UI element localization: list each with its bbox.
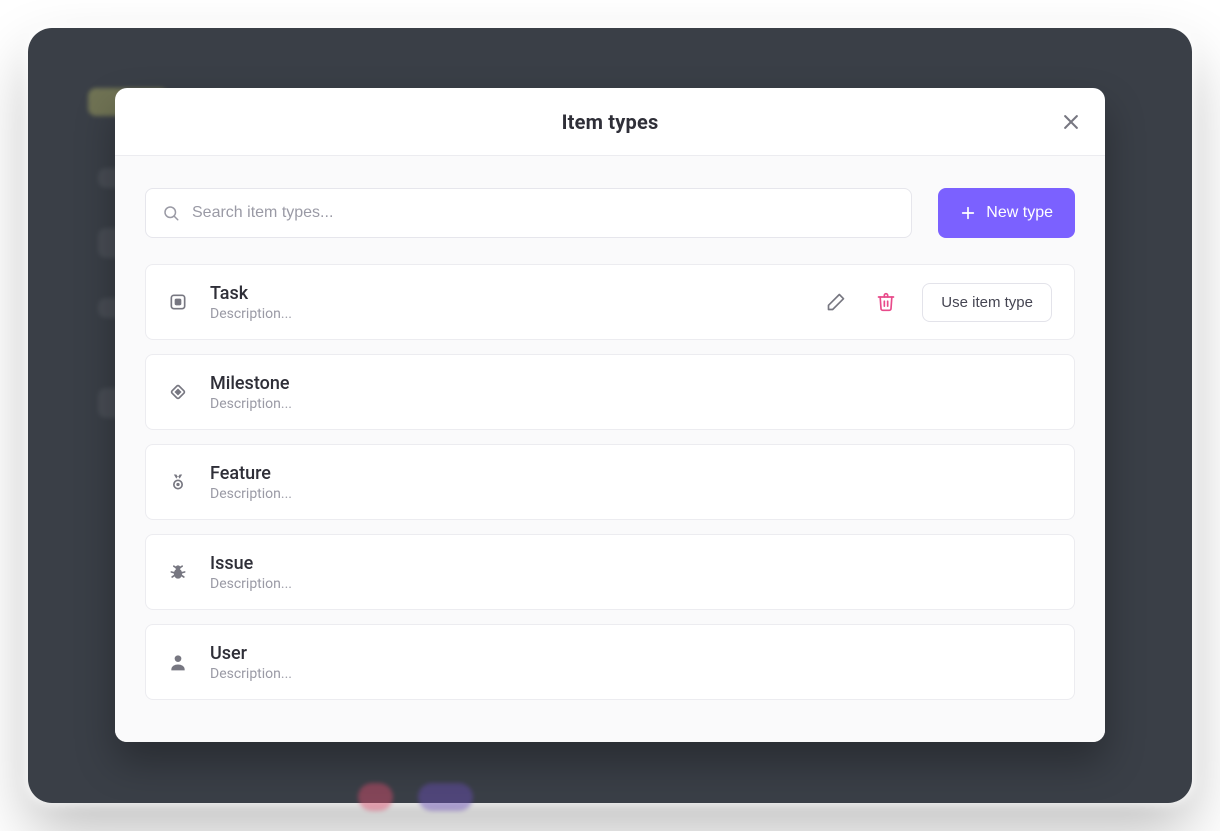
item-type-name: Issue	[210, 553, 1052, 574]
item-type-row[interactable]: Issue Description...	[145, 534, 1075, 610]
item-type-description: Description...	[210, 306, 800, 322]
item-types-modal: Item types New type	[115, 88, 1105, 742]
close-icon	[1061, 112, 1081, 132]
bug-icon	[168, 562, 188, 582]
pencil-icon	[826, 292, 846, 312]
modal-body: New type Task Description... Use item typ…	[115, 156, 1105, 742]
item-type-name: Task	[210, 283, 800, 304]
toolbar: New type	[145, 188, 1075, 238]
square-icon	[168, 292, 188, 312]
diamond-icon	[168, 382, 188, 402]
item-type-text: Task Description...	[210, 283, 800, 322]
search-icon	[162, 204, 180, 222]
item-type-description: Description...	[210, 666, 1052, 682]
trash-icon	[876, 292, 896, 312]
modal-header: Item types	[115, 88, 1105, 156]
item-type-row[interactable]: Milestone Description...	[145, 354, 1075, 430]
new-type-button[interactable]: New type	[938, 188, 1075, 238]
new-type-label: New type	[986, 204, 1053, 222]
item-type-text: Milestone Description...	[210, 373, 1052, 412]
medal-icon	[168, 472, 188, 492]
item-type-name: User	[210, 643, 1052, 664]
user-icon	[168, 652, 188, 672]
item-type-name: Milestone	[210, 373, 1052, 394]
search-input[interactable]	[192, 204, 895, 222]
modal-title: Item types	[562, 110, 659, 134]
item-type-description: Description...	[210, 396, 1052, 412]
item-type-row[interactable]: User Description...	[145, 624, 1075, 700]
item-type-text: Issue Description...	[210, 553, 1052, 592]
item-type-text: User Description...	[210, 643, 1052, 682]
item-type-name: Feature	[210, 463, 1052, 484]
edit-button[interactable]	[822, 288, 850, 316]
item-type-row[interactable]: Task Description... Use item type	[145, 264, 1075, 340]
plus-icon	[960, 205, 976, 221]
item-type-description: Description...	[210, 486, 1052, 502]
search-field[interactable]	[145, 188, 912, 238]
row-actions: Use item type	[822, 283, 1052, 322]
item-type-text: Feature Description...	[210, 463, 1052, 502]
close-button[interactable]	[1055, 106, 1087, 138]
item-type-row[interactable]: Feature Description...	[145, 444, 1075, 520]
item-type-description: Description...	[210, 576, 1052, 592]
item-type-list: Task Description... Use item type Milesto…	[145, 264, 1075, 700]
delete-button[interactable]	[872, 288, 900, 316]
use-item-type-button[interactable]: Use item type	[922, 283, 1052, 322]
